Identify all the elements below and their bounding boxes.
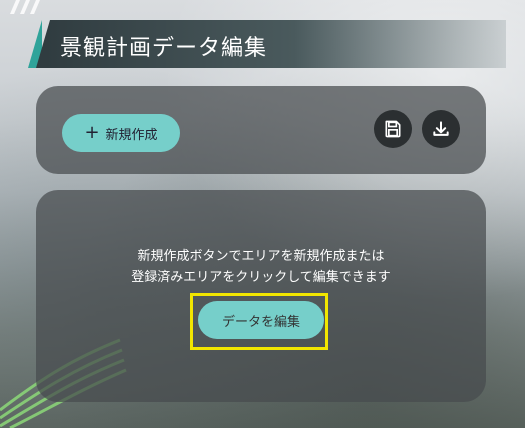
- save-button[interactable]: [374, 110, 412, 148]
- new-create-label: 新規作成: [105, 127, 158, 143]
- instruction-line-1: 新規作成ボタンでエリアを新規作成または: [137, 249, 385, 264]
- instruction-message: 新規作成ボタンでエリアを新規作成または 登録済みエリアをクリックして編集できます: [36, 246, 486, 288]
- edit-button-highlight: [190, 293, 328, 350]
- page-title: 景観計画データ編集: [60, 36, 268, 61]
- new-create-button[interactable]: + 新規作成: [62, 114, 180, 152]
- plus-icon: +: [84, 122, 100, 143]
- download-button[interactable]: [422, 110, 460, 148]
- corner-stripes-decoration: [10, 0, 40, 14]
- save-icon: [385, 120, 401, 138]
- instruction-line-2: 登録済みエリアをクリックして編集できます: [131, 270, 391, 285]
- toolbar-panel: + 新規作成: [36, 86, 486, 174]
- download-icon: [433, 121, 449, 136]
